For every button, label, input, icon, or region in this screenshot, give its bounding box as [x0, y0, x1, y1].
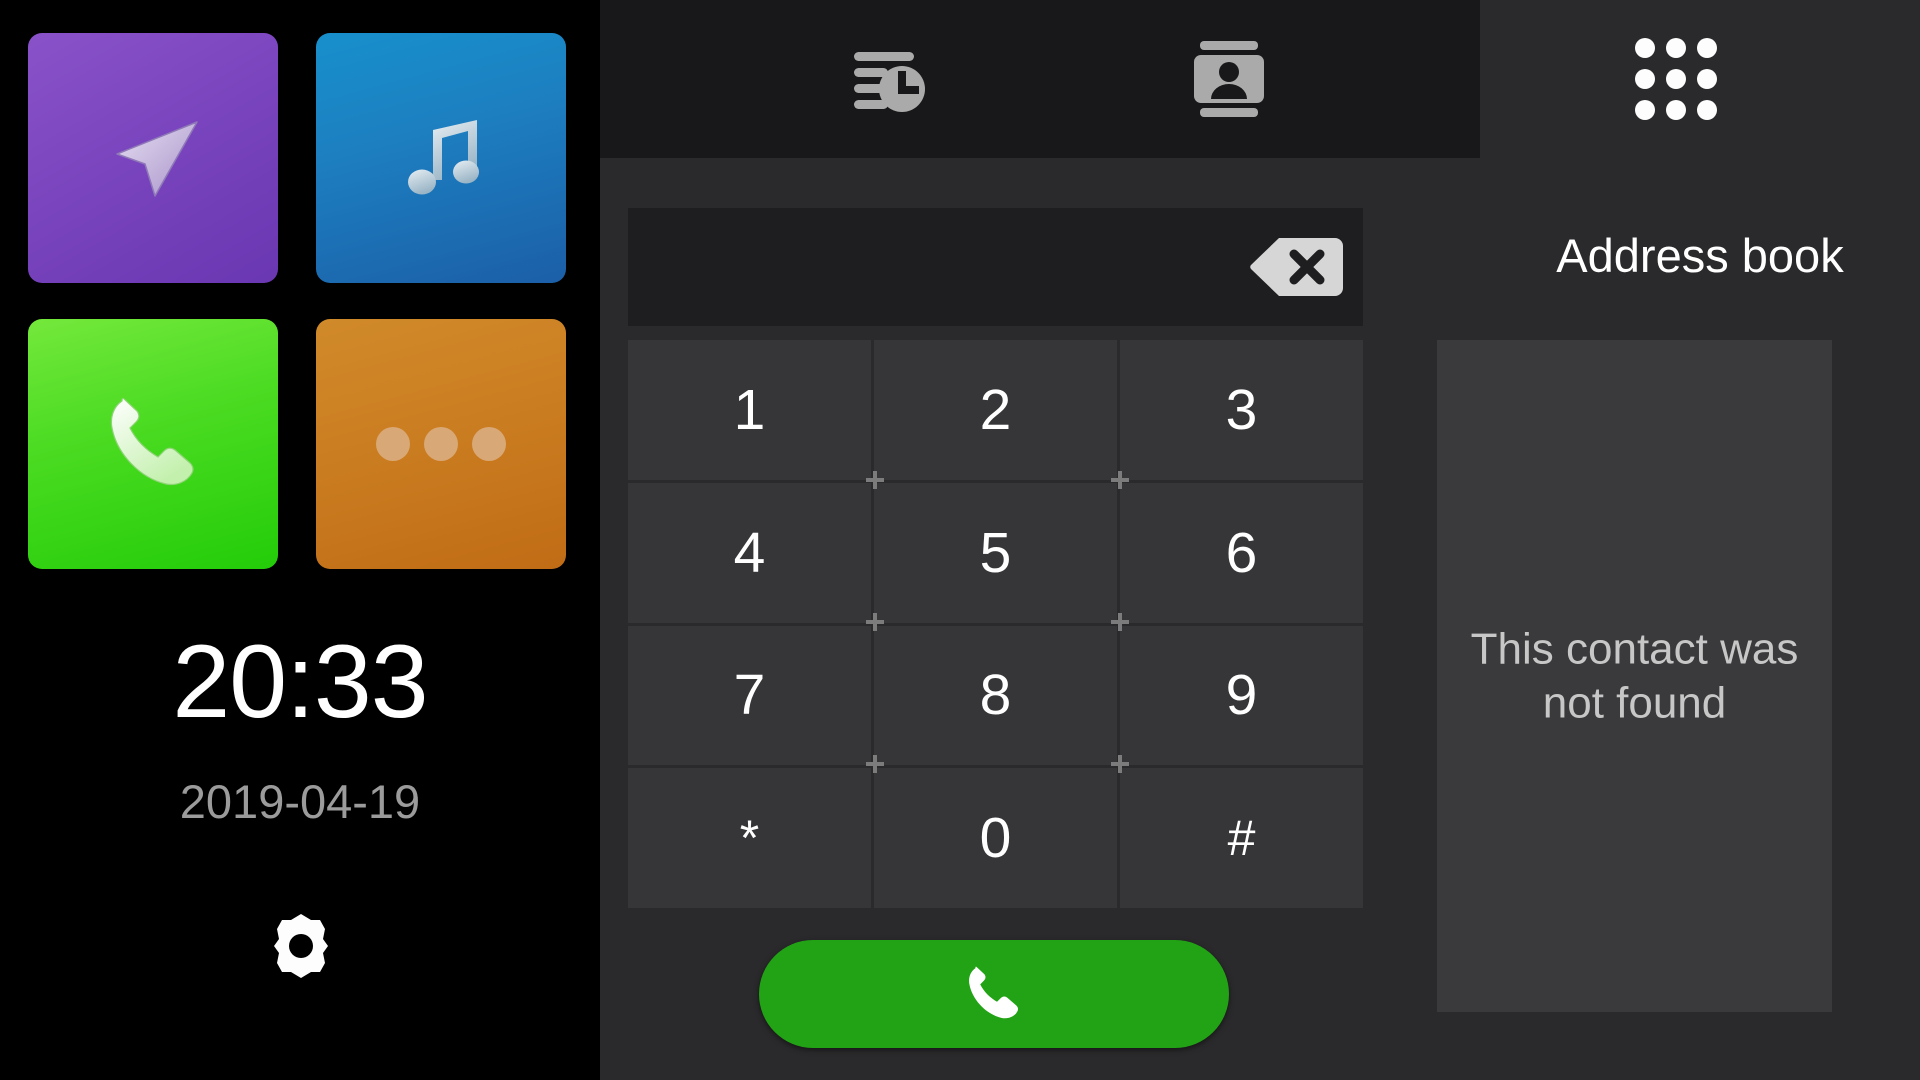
dialer-panel: 1 2 3 4 5 6 7 8 9 * 0 #: [600, 158, 1480, 1080]
more-dots-icon: [376, 427, 506, 461]
app-tile-more[interactable]: [316, 319, 566, 569]
settings-button[interactable]: [265, 910, 337, 982]
tab-call-history[interactable]: [720, 0, 1060, 158]
key-pound[interactable]: #: [1120, 768, 1363, 908]
key-2[interactable]: 2: [874, 340, 1117, 480]
app-tile-grid: [28, 33, 573, 578]
contact-not-found-message: This contact was not found: [1470, 624, 1799, 727]
key-5[interactable]: 5: [874, 482, 1117, 623]
address-book-panel: Address book This contact was not found: [1437, 0, 1920, 1080]
contacts-card-icon: [1194, 41, 1264, 117]
phone-number-field[interactable]: [628, 208, 1363, 326]
key-3[interactable]: 3: [1120, 340, 1363, 480]
key-1[interactable]: 1: [628, 340, 871, 480]
phone-handset-icon: [110, 397, 194, 486]
tab-contacts[interactable]: [1060, 0, 1400, 158]
clock-date: 2019-04-19: [179, 775, 421, 828]
call-button[interactable]: [759, 940, 1229, 1048]
phone-handset-icon: [969, 966, 1019, 1019]
contact-card[interactable]: This contact was not found: [1437, 340, 1832, 1012]
launcher-panel: 20:33 2019-04-19: [0, 0, 600, 1080]
key-star[interactable]: *: [628, 768, 871, 908]
key-7[interactable]: 7: [628, 625, 871, 766]
music-note-icon: [408, 120, 479, 195]
backspace-button[interactable]: [1249, 236, 1345, 298]
app-tile-music[interactable]: [316, 33, 566, 283]
key-8[interactable]: 8: [874, 625, 1117, 766]
key-6[interactable]: 6: [1120, 482, 1363, 623]
call-history-icon: [854, 52, 925, 112]
dialer-app-screen: 20:33 2019-04-19 1 2 3 4 5 6 7 8 9 * 0 #…: [0, 0, 1920, 1080]
clock-time: 20:33: [172, 624, 428, 740]
dial-keypad: 1 2 3 4 5 6 7 8 9 * 0 #: [628, 340, 1363, 908]
top-tab-bar: [600, 0, 1480, 158]
gear-icon: [274, 914, 328, 978]
address-book-title: Address book: [1556, 229, 1844, 282]
key-0[interactable]: 0: [874, 768, 1117, 908]
phone-number-value: [654, 208, 1213, 326]
app-tile-phone[interactable]: [28, 319, 278, 569]
navigation-arrow-icon: [116, 121, 198, 197]
key-9[interactable]: 9: [1120, 625, 1363, 766]
key-4[interactable]: 4: [628, 482, 871, 623]
app-tile-navigation[interactable]: [28, 33, 278, 283]
backspace-icon: [1250, 238, 1343, 296]
